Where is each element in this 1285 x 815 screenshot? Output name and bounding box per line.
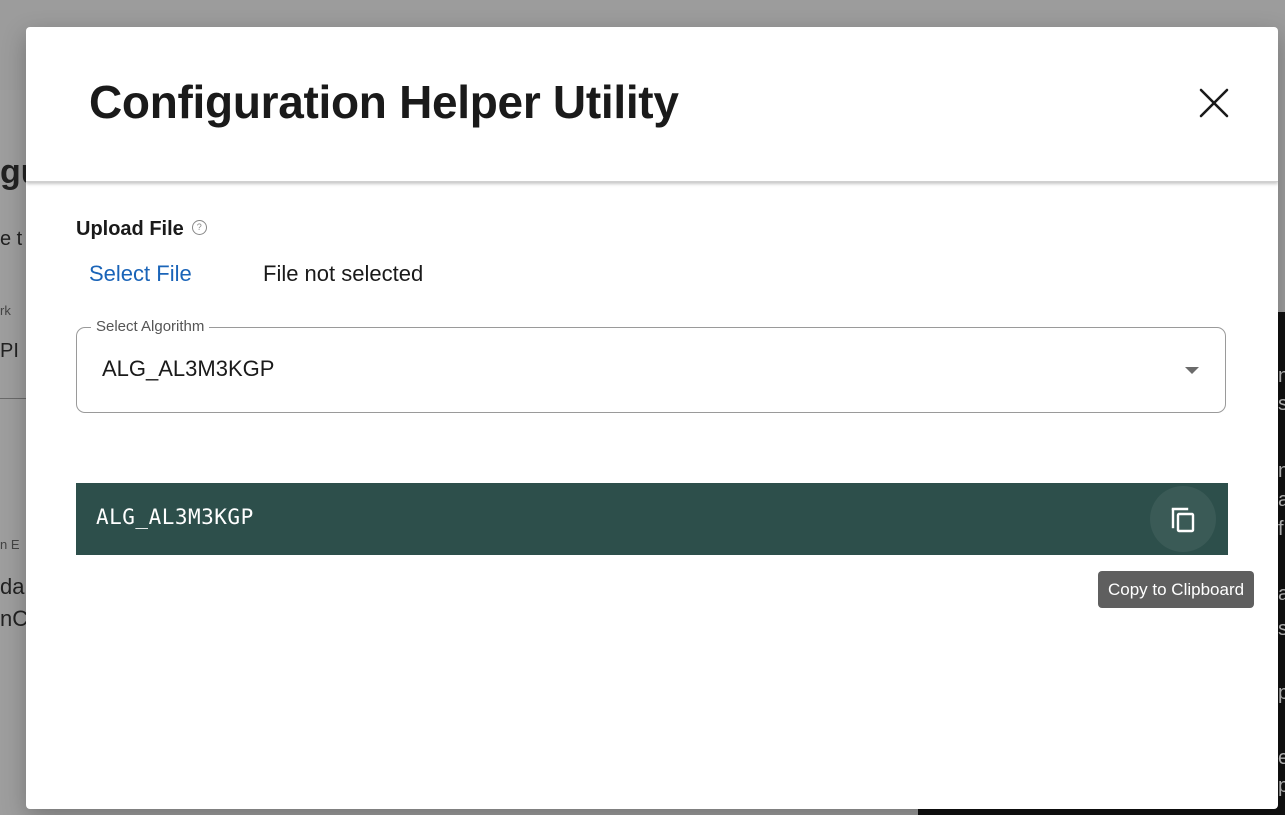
copy-tooltip: Copy to Clipboard [1098, 571, 1255, 608]
background-text-fragment: n [1278, 460, 1285, 482]
background-text-fragment: f [1278, 518, 1284, 540]
dialog-title: Configuration Helper Utility [89, 76, 679, 128]
background-text-fragment: PI [0, 340, 19, 362]
copy-to-clipboard-button[interactable] [1150, 486, 1216, 552]
chevron-down-icon [1185, 367, 1199, 374]
configuration-helper-dialog: Configuration Helper Utility Upload File… [26, 27, 1278, 809]
background-text-fragment: da [0, 574, 25, 599]
background-text-fragment: s [1278, 393, 1285, 415]
upload-file-label-text: Upload File [76, 218, 184, 240]
select-algorithm-value: ALG_AL3M3KGP [102, 356, 275, 381]
select-algorithm-dropdown[interactable]: Select Algorithm ALG_AL3M3KGP [76, 318, 1226, 413]
algorithm-output-text: ALG_AL3M3KGP [96, 505, 254, 529]
background-text-fragment: rk [0, 303, 11, 318]
background-text-fragment: e t [0, 228, 23, 250]
copy-icon [1171, 507, 1195, 533]
file-status-text: File not selected [263, 261, 424, 286]
background-text-fragment: n [1278, 365, 1285, 387]
background-text-fragment: n E [0, 537, 20, 552]
background-text-fragment: p [1278, 682, 1285, 704]
background-text-fragment: a [1278, 489, 1285, 511]
upload-file-label: Upload File? [76, 218, 207, 241]
background-text-fragment: e [1278, 747, 1285, 769]
close-icon [1199, 88, 1229, 118]
algorithm-output-box: ALG_AL3M3KGP [76, 483, 1228, 555]
dialog-header: Configuration Helper Utility [26, 27, 1278, 182]
close-button[interactable] [1194, 83, 1234, 123]
background-text-fragment: p [1278, 775, 1285, 797]
select-algorithm-label: Select Algorithm [91, 318, 210, 335]
background-text-fragment: nC [0, 606, 29, 631]
background-text-fragment: s [1278, 618, 1285, 640]
help-circle-icon[interactable]: ? [191, 220, 207, 236]
background-text-fragment: a [1278, 583, 1285, 605]
select-file-link[interactable]: Select File [89, 261, 192, 287]
